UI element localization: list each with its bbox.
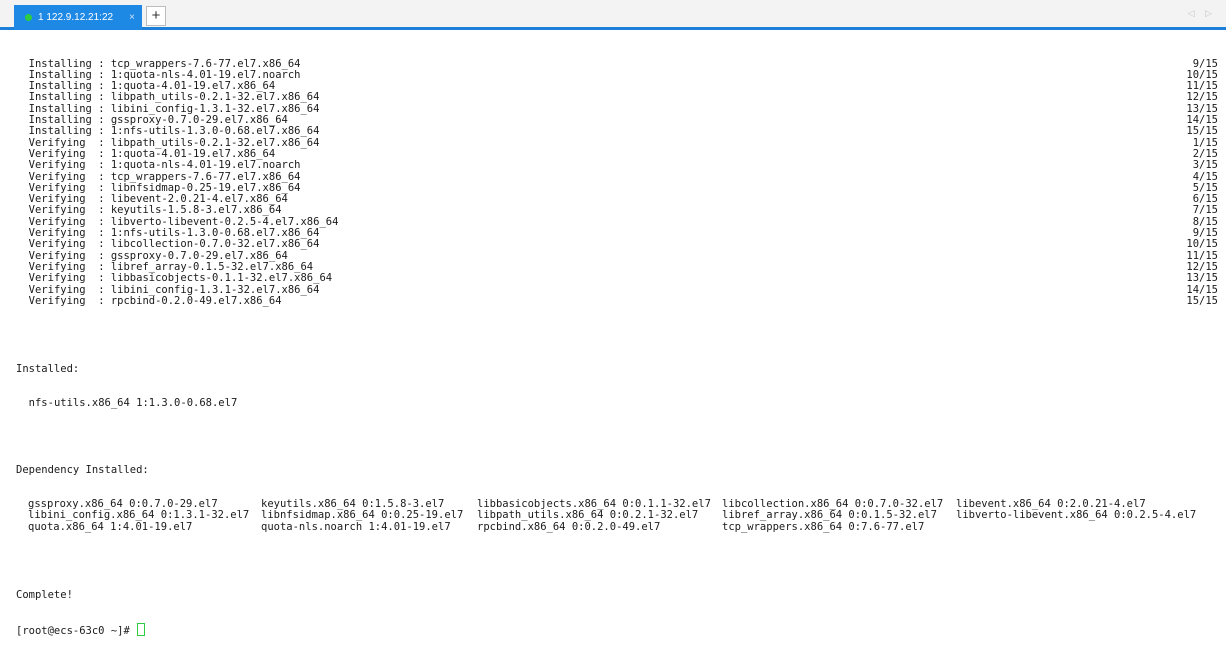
terminal-output[interactable]: Installing : tcp_wrappers-7.6-77.el7.x86… [16,36,1218,637]
transaction-action: Installing [28,80,92,93]
dependency-item: libini_config.x86_64 0:1.3.1-32.el7 [28,509,250,522]
transaction-action: Verifying [28,215,92,228]
transaction-package: libpath_utils-0.2.1-32.el7.x86_64 [110,91,320,104]
dependency-item: quota-nls.noarch 1:4.01-19.el7 [261,520,451,533]
session-tab-title: 1 122.9.12.21:22 [38,12,114,23]
dependency-item: quota.x86_64 1:4.01-19.el7 [28,520,193,533]
shell-prompt: [root@ecs-63c0 ~]# [16,625,137,638]
transaction-package: 1:quota-nls-4.01-19.el7.noarch [110,159,301,172]
transaction-package: 1:nfs-utils-1.3.0-0.68.el7.x86_64 [110,125,320,138]
transaction-action: Verifying [28,227,92,240]
transaction-count: 13/15 [1186,272,1218,285]
transaction-package: libpath_utils-0.2.1-32.el7.x86_64 [110,136,320,149]
dependency-item: gssproxy.x86_64 0:0.7.0-29.el7 [28,498,218,511]
tab-bar: 1 122.9.12.21:22 × + ◁ ▷ [0,0,1226,30]
transaction-package: libbasicobjects-0.1.1-32.el7.x86_64 [110,272,333,285]
transaction-action: Verifying [28,260,92,273]
transaction-action: Verifying [28,170,92,183]
transaction-package: libini_config-1.3.1-32.el7.x86_64 [110,283,320,296]
transaction-package: gssproxy-0.7.0-29.el7.x86_64 [110,249,288,262]
dependency-item: libverto-libevent.x86_64 0:0.2.5-4.el7 [956,509,1197,522]
transaction-package: libverto-libevent-0.2.5-4.el7.x86_64 [110,215,339,228]
transaction-lines: Installing : tcp_wrappers-7.6-77.el7.x86… [16,57,1218,308]
dependency-item: keyutils.x86_64 0:1.5.8-3.el7 [261,498,445,511]
session-tab[interactable]: 1 122.9.12.21:22 × [14,5,142,30]
installed-header: Installed: [16,362,80,375]
transaction-count: 3/15 [1192,159,1218,172]
transaction-package: libini_config-1.3.1-32.el7.x86_64 [110,102,320,115]
transaction-line: Verifying : rpcbind-0.2.0-49.el7.x86_64 1… [28,294,1218,307]
tab-scroll-arrows-icon[interactable]: ◁ ▷ [1188,8,1216,19]
transaction-action: Verifying [28,238,92,251]
transaction-action: Installing [28,102,92,115]
transaction-action: Installing [28,57,92,70]
transaction-package: libevent-2.0.21-4.el7.x86_64 [110,193,288,206]
dependency-item: libnfsidmap.x86_64 0:0.25-19.el7 [261,509,464,522]
transaction-package: libref_array-0.1.5-32.el7.x86_64 [110,260,314,273]
dependency-header: Dependency Installed: [16,464,149,477]
transaction-action: Verifying [28,204,92,217]
dependency-row: quota.x86_64 1:4.01-19.el7 quota-nls.noar… [16,520,1218,533]
dependency-item: rpcbind.x86_64 0:0.2.0-49.el7 [477,520,661,533]
transaction-package: 1:quota-4.01-19.el7.x86_64 [110,80,276,93]
transaction-package: 1:quota-nls-4.01-19.el7.noarch [110,68,301,81]
transaction-count: 10/15 [1186,238,1218,251]
transaction-package: 1:quota-4.01-19.el7.x86_64 [110,147,276,160]
dependency-item: libbasicobjects.x86_64 0:0.1.1-32.el7 [477,498,711,511]
connection-status-dot-icon [25,14,32,21]
transaction-count: 15/15 [1186,125,1218,138]
transaction-action: Installing [28,114,92,127]
add-tab-button[interactable]: + [146,6,166,26]
complete-message: Complete! [16,588,73,601]
dependency-row: gssproxy.x86_64 0:0.7.0-29.el7 keyutils.x… [16,498,1218,511]
transaction-action: Verifying [28,159,92,172]
shell-prompt-line[interactable]: [root@ecs-63c0 ~]# [16,623,1218,638]
transaction-count: 15/15 [1186,294,1218,307]
terminal-cursor [137,623,146,637]
transaction-package: gssproxy-0.7.0-29.el7.x86_64 [110,114,288,127]
transaction-package: keyutils-1.5.8-3.el7.x86_64 [110,204,282,217]
transaction-package: tcp_wrappers-7.6-77.el7.x86_64 [110,57,301,70]
close-tab-icon[interactable]: × [129,5,135,30]
dependency-row: libini_config.x86_64 0:1.3.1-32.el7 libnf… [16,509,1218,522]
transaction-action: Verifying [28,136,92,149]
dependency-item: libevent.x86_64 0:2.0.21-4.el7 [956,498,1146,511]
transaction-package: rpcbind-0.2.0-49.el7.x86_64 [110,294,282,307]
dependency-list: gssproxy.x86_64 0:0.7.0-29.el7 keyutils.x… [16,498,1218,533]
transaction-package: 1:nfs-utils-1.3.0-0.68.el7.x86_64 [110,227,320,240]
dependency-item: tcp_wrappers.x86_64 0:7.6-77.el7 [722,520,925,533]
dependency-item: libref_array.x86_64 0:0.1.5-32.el7 [722,509,937,522]
transaction-package: libnfsidmap-0.25-19.el7.x86_64 [110,181,301,194]
transaction-action: Verifying [28,147,92,160]
transaction-action: Installing [28,125,92,138]
transaction-action: Verifying [28,181,92,194]
dependency-item: libcollection.x86_64 0:0.7.0-32.el7 [722,498,944,511]
transaction-action: Installing [28,68,92,81]
transaction-action: Verifying [28,272,92,285]
transaction-action: Verifying [28,283,92,296]
transaction-action: Verifying [28,249,92,262]
transaction-package: libcollection-0.7.0-32.el7.x86_64 [110,238,320,251]
transaction-package: tcp_wrappers-7.6-77.el7.x86_64 [110,170,301,183]
transaction-action: Verifying [28,193,92,206]
dependency-item: libpath_utils.x86_64 0:0.2.1-32.el7 [477,509,699,522]
transaction-action: Installing [28,91,92,104]
installed-item: nfs-utils.x86_64 1:1.3.0-0.68.el7 [28,396,238,409]
transaction-action: Verifying [28,294,92,307]
